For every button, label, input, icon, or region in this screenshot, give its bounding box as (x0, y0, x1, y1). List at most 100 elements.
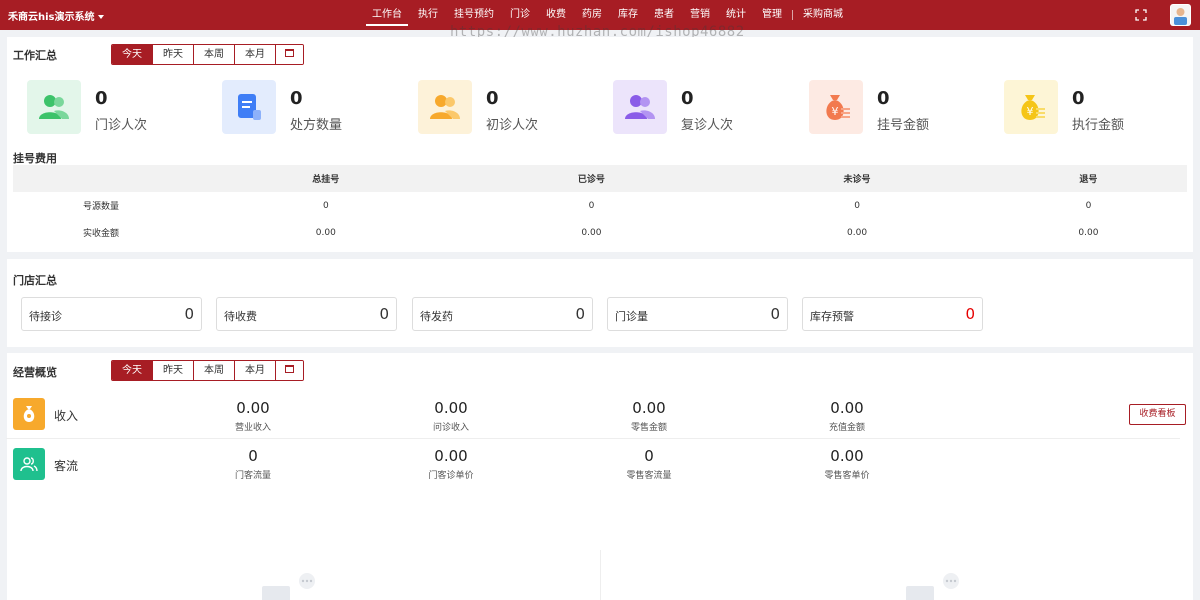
card-value: 0 (965, 305, 975, 323)
divider (6, 438, 1180, 439)
table-cell: 0 (588, 200, 595, 211)
metric-value: 0.00 (434, 399, 468, 417)
stat-value: 0 (290, 88, 303, 109)
stat-label: 复诊人次 (681, 118, 734, 133)
metric-retail-unit-price: 0.00 零售客单价 (787, 447, 907, 481)
users-icon (613, 80, 667, 134)
calendar-icon (285, 49, 294, 57)
metric-recharge-amount: 0.00 充值金额 (787, 399, 907, 433)
calendar-icon (285, 365, 294, 373)
date-tabs: 今天 昨天 本周 本月 (111, 360, 304, 381)
chart-divider (600, 550, 601, 600)
empty-chart-icon (906, 573, 959, 600)
section-title: 挂号费用 (13, 152, 57, 165)
tab-this-month[interactable]: 本月 (235, 361, 276, 380)
tab-yesterday[interactable]: 昨天 (153, 361, 194, 380)
metric-retail-traffic: 0 零售客流量 (589, 447, 709, 481)
row-label: 收入 (54, 409, 79, 423)
metric-value: 0.00 (236, 399, 270, 417)
user-avatar[interactable] (1170, 4, 1191, 26)
section-title: 门店汇总 (13, 274, 57, 287)
metric-value: 0.00 (830, 399, 864, 417)
prescription-icon (222, 80, 276, 134)
table-cell: 0.00 (1078, 227, 1099, 238)
caret-down-icon (97, 15, 104, 19)
store-card-pending-dispense[interactable]: 待发药 0 (412, 297, 593, 331)
stat-label: 执行金额 (1072, 118, 1125, 133)
table-cell: 实收金额 (83, 229, 120, 239)
stat-label: 门诊人次 (95, 118, 148, 133)
table-header: 未诊号 (724, 165, 990, 192)
stat-card-registration-amount: ¥ 0 挂号金额 (809, 80, 989, 135)
table-cell: 0.00 (847, 227, 868, 238)
metric-patient-unit-price: 0.00 门客诊单价 (391, 447, 511, 481)
stat-card-prescriptions: 0 处方数量 (222, 80, 402, 135)
stat-label: 处方数量 (290, 118, 343, 133)
metric-value: 0.00 (434, 447, 468, 465)
charge-board-button[interactable]: 收费看板 (1129, 404, 1186, 425)
card-value: 0 (184, 305, 194, 323)
nav-purchase-mall[interactable]: 采购商城 (795, 0, 851, 30)
stat-value: 0 (486, 88, 499, 109)
svg-text:¥: ¥ (1027, 105, 1034, 118)
section-title: 工作汇总 (13, 49, 57, 62)
stat-label: 初诊人次 (486, 118, 539, 133)
store-card-pending-reception[interactable]: 待接诊 0 (21, 297, 202, 331)
table-header: 退号 (989, 165, 1187, 192)
table-header: 总挂号 (193, 165, 459, 192)
tab-today[interactable]: 今天 (112, 45, 153, 64)
brand-name: 禾商云his演示系统 (8, 12, 95, 23)
store-card-inventory-warning[interactable]: 库存预警 0 (802, 297, 983, 331)
metric-business-income: 0.00 营业收入 (193, 399, 313, 433)
stat-label: 挂号金额 (877, 118, 930, 133)
table-row: 实收金额 0.00 0.00 0.00 0.00 (13, 219, 1187, 246)
stat-value: 0 (877, 88, 890, 109)
users-icon (418, 80, 472, 134)
metric-label: 零售客单价 (824, 471, 870, 481)
empty-chart-icon (262, 573, 315, 600)
card-label: 待收费 (224, 310, 257, 323)
table-cell: 0 (322, 200, 329, 211)
metric-value: 0 (644, 447, 654, 465)
table-cell: 0.00 (581, 227, 602, 238)
stat-card-first-visits: 0 初诊人次 (418, 80, 598, 135)
tab-this-week[interactable]: 本周 (194, 361, 235, 380)
work-summary-panel: 工作汇总 今天 昨天 本周 本月 0 门诊人次 0 处方数量 0 初诊人次 0 … (7, 37, 1193, 252)
metric-label: 零售客流量 (626, 471, 672, 481)
tab-today[interactable]: 今天 (112, 361, 153, 380)
registration-fee-table: 总挂号 已诊号 未诊号 退号 号源数量 0 0 0 0 实收金额 0.00 0.… (13, 165, 1187, 246)
metric-label: 充值金额 (828, 423, 865, 433)
store-card-pending-charge[interactable]: 待收费 0 (216, 297, 397, 331)
table-cell: 号源数量 (83, 202, 120, 212)
tab-this-month[interactable]: 本月 (235, 45, 276, 64)
nav-execute[interactable]: 执行 (410, 0, 446, 30)
nav-divider (792, 10, 793, 20)
metric-label: 门客诊单价 (428, 471, 474, 481)
table-cell: 0 (854, 200, 860, 211)
date-tabs: 今天 昨天 本周 本月 (111, 44, 304, 65)
date-picker-button[interactable] (276, 45, 303, 64)
brand-switcher[interactable]: 禾商云his演示系统 (8, 8, 104, 23)
card-label: 门诊量 (615, 310, 648, 323)
metric-label: 零售金额 (630, 423, 667, 433)
fullscreen-icon[interactable] (1135, 9, 1147, 21)
section-title: 经营概览 (13, 366, 57, 379)
stat-card-return-visits: 0 复诊人次 (613, 80, 793, 135)
metric-value: 0 (248, 447, 258, 465)
stat-value: 0 (95, 88, 108, 109)
store-card-outpatient-volume[interactable]: 门诊量 0 (607, 297, 788, 331)
table-header (13, 165, 193, 192)
tab-yesterday[interactable]: 昨天 (153, 45, 194, 64)
money-bag-icon (13, 398, 45, 430)
metric-consult-income: 0.00 问诊收入 (391, 399, 511, 433)
nav-management[interactable]: 管理 (754, 0, 790, 30)
tab-this-week[interactable]: 本周 (194, 45, 235, 64)
metric-value: 0.00 (830, 447, 864, 465)
date-picker-button[interactable] (276, 361, 303, 380)
metric-label: 门客流量 (234, 471, 271, 481)
card-label: 库存预警 (810, 310, 854, 323)
nav-workbench[interactable]: 工作台 (364, 0, 410, 30)
stat-value: 0 (681, 88, 694, 109)
money-bag-icon: ¥ (1004, 80, 1058, 134)
stat-card-visits: 0 门诊人次 (27, 80, 207, 135)
